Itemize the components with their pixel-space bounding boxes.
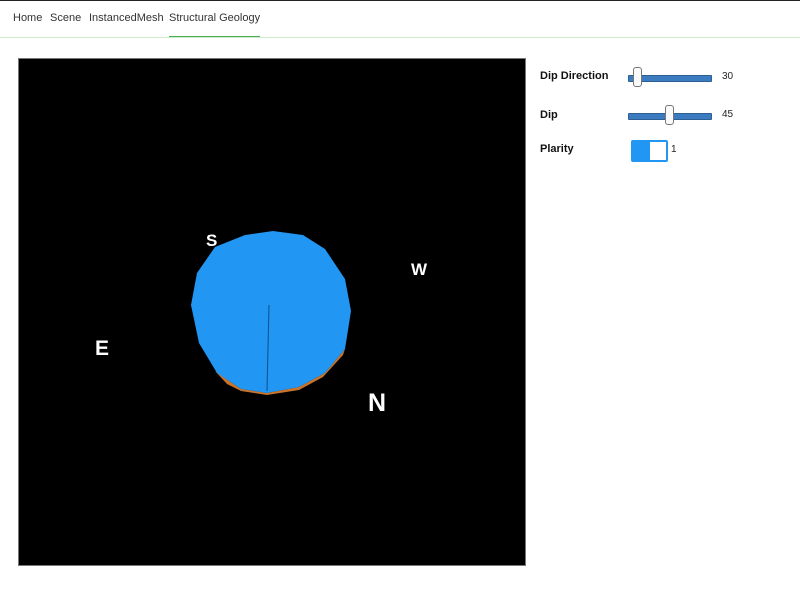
compass-label-south: S [206,231,218,250]
compass-label-east: E [95,337,110,360]
plarity-value: 1 [671,144,677,155]
plarity-toggle[interactable] [631,140,668,162]
controls-panel: Dip Direction 30 Dip 45 Plarity 1 [540,67,790,177]
geology-3d-viewport[interactable]: S W E N [18,58,526,566]
scene-svg [191,231,351,395]
dip-value: 45 [722,109,734,120]
compass-label-north: N [368,389,387,417]
top-nav: Home Scene InstancedMesh Structural Geol… [0,1,800,38]
dip-direction-value: 30 [722,71,734,82]
dip-direction-slider-thumb[interactable] [633,67,643,87]
nav-instancedmesh-link[interactable]: InstancedMesh [89,12,164,24]
dip-direction-label: Dip Direction [540,70,609,82]
dip-direction-slider[interactable] [628,67,712,87]
plane-disc [191,231,351,393]
dip-label: Dip [540,109,558,121]
nav-scene-link[interactable]: Scene [50,12,81,24]
nav-structural-geology-link[interactable]: Structural Geology [169,12,261,37]
dip-slider-thumb[interactable] [665,105,674,125]
dip-slider[interactable] [628,105,712,125]
compass-label-west: W [411,260,428,279]
app-window: Home Scene InstancedMesh Structural Geol… [0,0,800,598]
plarity-label: Plarity [540,143,574,155]
plarity-toggle-fill [633,142,650,160]
nav-home-link[interactable]: Home [13,12,42,24]
